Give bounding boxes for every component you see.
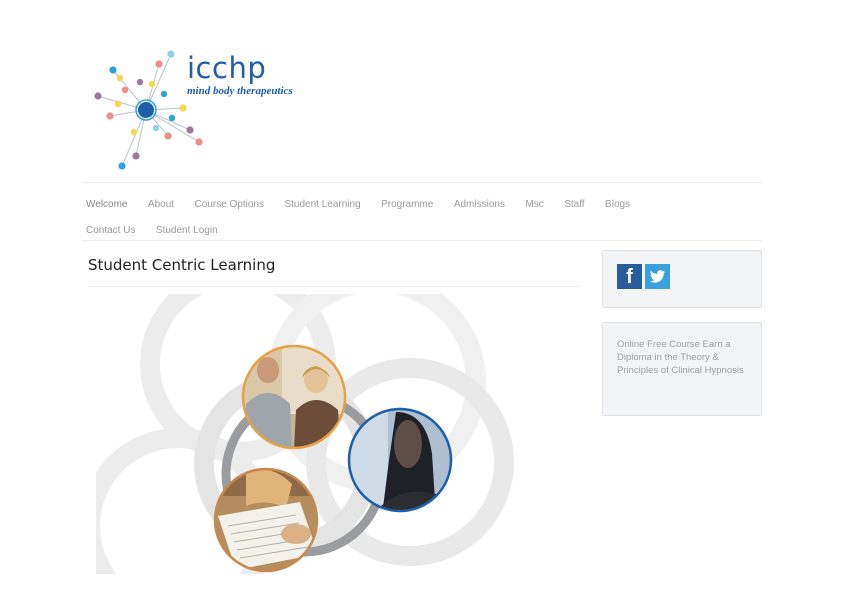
brand-tagline: mind body therapeutics — [187, 85, 293, 97]
twitter-icon[interactable] — [645, 264, 670, 289]
logo[interactable]: icchp mind body therapeutics — [90, 48, 330, 173]
hero-illustration — [96, 294, 516, 579]
nav-item-about[interactable]: About — [148, 192, 174, 218]
promo-link[interactable]: Online Free Course Earn a Diploma in the… — [617, 338, 745, 377]
nav-divider — [82, 240, 762, 241]
facebook-glyph: f — [626, 266, 633, 288]
brand-name: icchp — [187, 51, 267, 85]
twitter-bird-icon — [650, 270, 665, 283]
facebook-icon[interactable]: f — [617, 264, 642, 289]
nav-item-course-options[interactable]: Course Options — [195, 192, 264, 218]
nav-item-welcome[interactable]: Welcome — [86, 192, 128, 218]
photo-exam-writing-icon — [213, 467, 319, 573]
photo-mentoring-icon — [241, 344, 347, 450]
nav-item-msc[interactable]: Msc — [525, 192, 543, 218]
title-divider — [88, 286, 580, 287]
social-widget: f — [602, 250, 762, 308]
page-title: Student Centric Learning — [88, 256, 276, 274]
nav-item-student-learning[interactable]: Student Learning — [284, 192, 360, 218]
main-nav: Welcome About Course Options Student Lea… — [86, 192, 706, 244]
nav-item-staff[interactable]: Staff — [564, 192, 584, 218]
nav-item-blogs[interactable]: Blogs — [605, 192, 630, 218]
promo-widget: Online Free Course Earn a Diploma in the… — [602, 322, 762, 416]
nav-item-programme[interactable]: Programme — [381, 192, 433, 218]
nav-item-admissions[interactable]: Admissions — [454, 192, 505, 218]
header-divider — [82, 182, 762, 183]
